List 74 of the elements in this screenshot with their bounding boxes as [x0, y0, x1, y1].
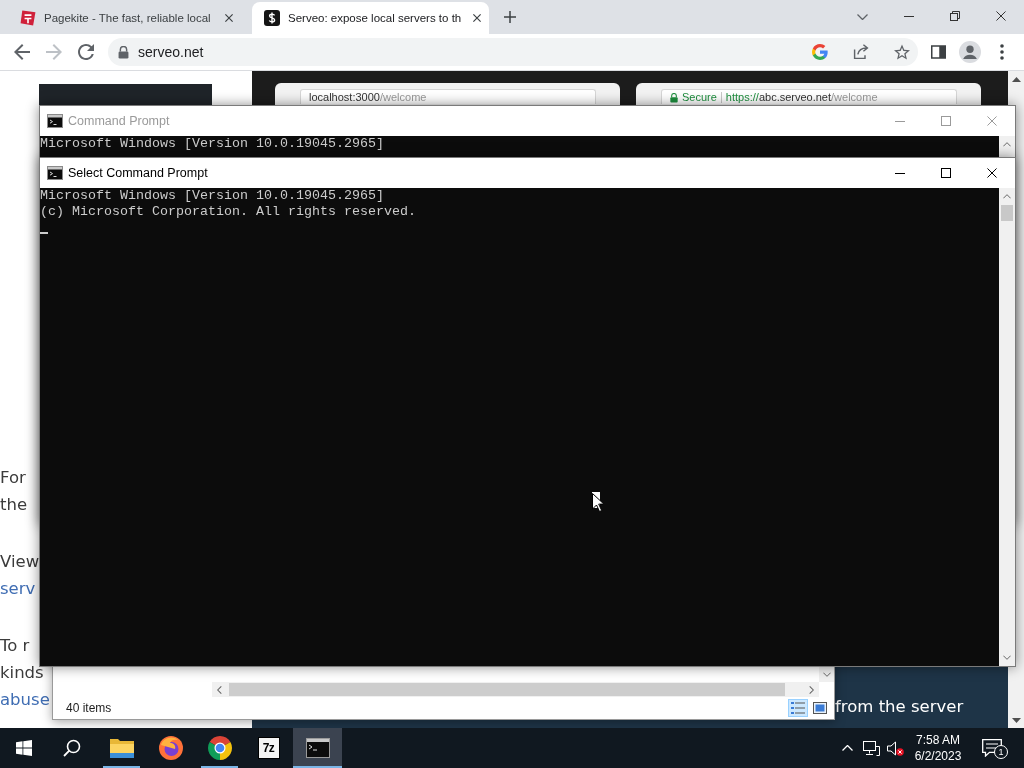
console-text: Microsoft Windows [Version 10.0.19045.2965]	[40, 136, 384, 152]
maximize-icon	[941, 168, 951, 178]
restore-icon	[950, 11, 960, 21]
notification-icon	[982, 739, 1002, 757]
scrollbar-thumb[interactable]	[229, 683, 785, 696]
side-panel-icon	[930, 45, 946, 59]
scroll-down-icon	[1003, 655, 1011, 660]
scroll-right-icon	[809, 685, 814, 694]
clock[interactable]: 7:58 AM 6/2/2023	[913, 728, 963, 768]
scroll-up-icon	[1011, 76, 1021, 82]
notification-badge: 1	[994, 745, 1008, 759]
start-icon	[16, 740, 32, 756]
scrollbar-thumb[interactable]	[1001, 205, 1013, 221]
console-text: (c) Microsoft Corporation. All rights reserved.	[40, 204, 416, 220]
taskbar-button[interactable]: 7z	[244, 728, 293, 768]
text-link[interactable]: abuse	[0, 686, 50, 713]
folder-icon	[109, 738, 134, 758]
close-icon	[225, 14, 233, 22]
scroll-left-icon	[217, 685, 222, 694]
firefox-icon	[158, 736, 183, 760]
body-text: the	[0, 494, 28, 516]
notification-button[interactable]: 1	[970, 728, 1014, 768]
scroll-up-icon	[1003, 194, 1011, 199]
terminal-icon	[305, 738, 330, 758]
profile-icon	[959, 41, 981, 63]
share-icon	[853, 44, 869, 60]
status-text: 40 items	[66, 701, 113, 715]
window-title: Select Command Prompt	[68, 166, 209, 180]
browser-tab[interactable]: Serveo: expose local servers to th	[252, 2, 489, 34]
body-text: View	[0, 551, 40, 573]
details-view-icon	[791, 702, 805, 714]
close-icon	[996, 11, 1006, 21]
maximize-icon	[941, 116, 951, 126]
body-text: kinds	[0, 662, 44, 684]
body-text: For	[0, 467, 26, 489]
network-icon	[862, 740, 880, 756]
text-link[interactable]: serv	[0, 575, 36, 602]
console-text: Microsoft Windows [Version 10.0.19045.2965]	[40, 188, 384, 204]
chevron-down-icon	[856, 14, 868, 20]
secure-label: Secure	[682, 91, 717, 104]
plus-icon	[504, 11, 516, 23]
scroll-down-icon	[1011, 717, 1021, 723]
view-button[interactable]	[788, 699, 808, 717]
url-text: https://abc.serveo.net/welcome	[725, 91, 878, 104]
minimize-icon	[895, 120, 905, 122]
browser-tab[interactable]: Pagekite - The fast, reliable local	[8, 2, 245, 34]
archiver-logo: 7z	[257, 737, 280, 759]
url-text: localhost:3000/welcome	[309, 91, 427, 104]
scroll-down-icon	[822, 672, 831, 677]
body-text: To r	[0, 635, 30, 657]
scrollbar[interactable]	[212, 682, 819, 697]
dollar-icon	[264, 10, 280, 26]
large-icons-view-icon	[813, 702, 827, 714]
menu-icon	[1000, 44, 1004, 60]
banner-text: from the server	[835, 696, 964, 718]
taskbar-button[interactable]	[293, 728, 342, 768]
google-g-icon	[812, 44, 828, 60]
star-icon	[894, 44, 910, 60]
terminal-icon	[47, 114, 63, 128]
close-icon	[473, 14, 482, 22]
lock-icon	[670, 92, 678, 103]
view-button[interactable]	[810, 699, 830, 717]
chevron-up-icon	[841, 745, 853, 751]
minimize-icon	[895, 172, 905, 174]
window-title: Command Prompt	[68, 114, 171, 128]
site-logo-icon	[20, 10, 36, 26]
address-bar[interactable]: serveo.net	[108, 38, 918, 66]
minimize-icon	[904, 15, 914, 17]
terminal-icon	[47, 166, 63, 180]
close-icon	[987, 168, 997, 178]
search-icon	[63, 739, 81, 757]
scroll-up-icon	[1003, 142, 1011, 147]
chrome-icon	[207, 736, 232, 760]
close-icon	[987, 116, 997, 126]
